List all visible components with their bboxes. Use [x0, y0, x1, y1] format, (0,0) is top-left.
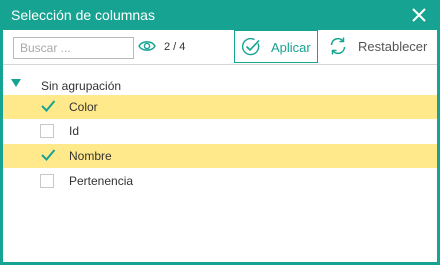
- check-circle-icon: [241, 37, 260, 56]
- column-row-pertenencia[interactable]: Pertenencia: [3, 169, 437, 193]
- column-label: Id: [69, 124, 80, 138]
- dialog-titlebar: Selección de columnas: [0, 0, 440, 30]
- column-label: Pertenencia: [69, 174, 134, 188]
- group-header[interactable]: Sin agrupación: [3, 75, 437, 95]
- checkmark-icon: [41, 100, 56, 112]
- column-row-nombre[interactable]: Nombre: [3, 144, 437, 168]
- apply-button[interactable]: Aplicar: [234, 30, 318, 63]
- dialog-body: 2 / 4 Aplicar Restablecer: [3, 30, 437, 262]
- reset-label: Restablecer: [358, 39, 428, 54]
- column-label: Color: [69, 100, 98, 114]
- close-icon: [412, 8, 426, 22]
- column-selection-dialog: Selección de columnas 2 / 4 Aplicar: [0, 0, 440, 265]
- search-input[interactable]: [13, 37, 134, 59]
- eye-icon[interactable]: [138, 39, 156, 53]
- apply-label: Aplicar: [271, 40, 311, 55]
- refresh-icon: [330, 37, 346, 55]
- reset-button[interactable]: Restablecer: [325, 30, 437, 63]
- column-label: Nombre: [69, 149, 112, 163]
- visible-count: 2 / 4: [164, 41, 186, 53]
- column-row-color[interactable]: Color: [3, 95, 437, 119]
- checkmark-icon: [41, 149, 56, 161]
- caret-down-icon[interactable]: [11, 79, 21, 87]
- dialog-title: Selección de columnas: [11, 7, 155, 23]
- group-label: Sin agrupación: [41, 79, 122, 93]
- column-row-id[interactable]: Id: [3, 119, 437, 143]
- checkbox[interactable]: [40, 124, 54, 138]
- close-button[interactable]: [408, 4, 430, 26]
- checkbox[interactable]: [40, 174, 54, 188]
- toolbar: 2 / 4 Aplicar Restablecer: [3, 30, 437, 65]
